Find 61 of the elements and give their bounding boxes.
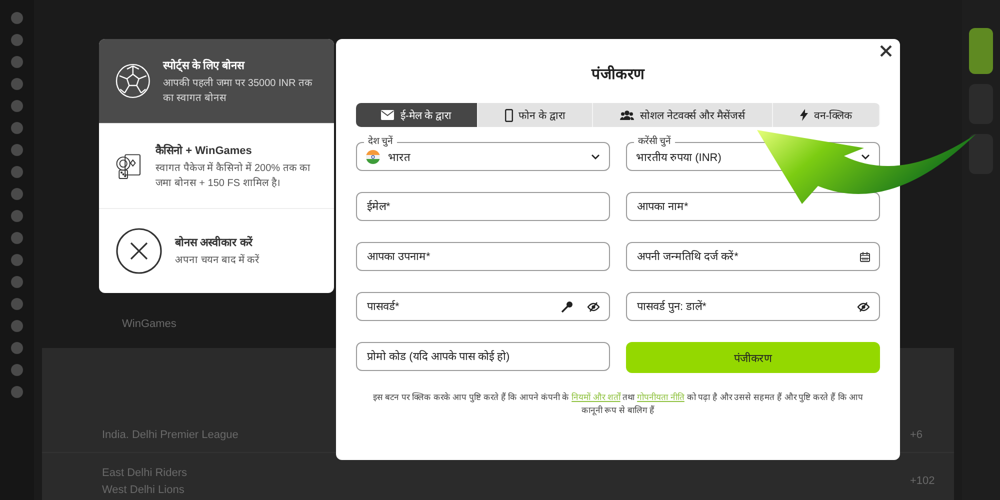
decline-icon — [115, 227, 163, 275]
sport-icon[interactable] — [11, 254, 23, 266]
sport-icon[interactable] — [11, 342, 23, 354]
sport-icon[interactable] — [11, 298, 23, 310]
envelope-icon — [381, 110, 394, 120]
chevron-icon — [591, 154, 600, 160]
bonus-title: कैसिनो + WinGames — [156, 142, 253, 156]
bonus-description: आपकी पहली जमा पर 35000 INR तक का स्वागत बोनस — [162, 76, 314, 106]
sport-icon[interactable] — [11, 166, 23, 178]
close-icon — [880, 45, 892, 57]
bonus-option[interactable]: स्पोर्ट्स के लिए बोनस आपकी पहली जमा पर 35000 INR तक का स्वागत बोनस — [99, 39, 334, 123]
team-name: East Delhi Riders — [102, 466, 188, 478]
select-field[interactable]: करेंसी चुनें भारतीय रुपया (INR) — [626, 136, 880, 171]
tab[interactable]: ई-मेल के द्वारा — [356, 103, 478, 127]
select-field[interactable]: देश चुनें भारत — [356, 136, 610, 171]
input-field[interactable]: ईमेल* — [356, 192, 610, 221]
sport-icon[interactable] — [11, 364, 23, 376]
sport-icon[interactable] — [11, 122, 23, 134]
sport-icon[interactable] — [11, 100, 23, 112]
register-button[interactable]: पंजीकरण — [626, 342, 880, 373]
bonus-option[interactable]: बोनस अस्वीकार करें अपना चयन बाद में करें — [99, 208, 334, 293]
bonus-option[interactable]: कैसिनो + WinGames स्वागत पैकेज में कैसिनो में 200% तक का जमा बोनस + 150 FS शामिल है। — [99, 123, 334, 208]
calendar-icon — [860, 252, 870, 262]
date-field[interactable]: अपनी जन्मतिथि दर्ज करें* — [626, 242, 880, 271]
sport-icon[interactable] — [11, 276, 23, 288]
side-button[interactable] — [969, 28, 993, 74]
people-icon — [620, 110, 634, 120]
consent-text: इस बटन पर क्लिक करके आप पुष्टि करते हैं कि आपने कंपनी के नियमों और शर्तों तथा गोपनीयता नीति को पढ़ा है और उससे सहमत हैं और पुष्टि करते हैं कि आप कानूनी रूप से बालिग हैं — [372, 391, 864, 417]
sport-icon[interactable] — [11, 210, 23, 222]
sport-icon[interactable] — [11, 144, 23, 156]
password-field[interactable]: पासवर्ड पुन: डालें* — [626, 292, 880, 321]
sport-icon[interactable] — [11, 320, 23, 332]
tab[interactable]: वन-क्लिक — [773, 103, 880, 127]
lightning-icon — [800, 109, 808, 121]
sport-icon[interactable] — [11, 232, 23, 244]
bonus-description: स्वागत पैकेज में कैसिनो में 200% तक का जमा बोनस + 150 FS शामिल है। — [156, 161, 312, 190]
password-field[interactable]: पासवर्ड* — [356, 292, 610, 321]
key-icon[interactable] — [561, 300, 573, 312]
phone-icon — [504, 108, 513, 122]
eye-slash-icon[interactable] — [587, 302, 600, 312]
eye-slash-icon[interactable] — [857, 302, 870, 312]
sport-icon[interactable] — [11, 78, 23, 90]
sport-icon[interactable] — [11, 34, 23, 46]
card-title: WinGames — [122, 318, 178, 330]
input-field[interactable]: आपका नाम* — [626, 192, 880, 221]
bonus-title: बोनस अस्वीकार करें — [175, 234, 254, 249]
bonus-description: अपना चयन बाद में करें — [175, 253, 260, 268]
sport-icon[interactable] — [11, 56, 23, 68]
sport-icon[interactable] — [11, 188, 23, 200]
bonus-title: स्पोर्ट्स के लिए बोनस — [162, 58, 246, 72]
team-name: West Delhi Lions — [102, 484, 186, 496]
close-button[interactable] — [878, 43, 894, 59]
tab[interactable]: सोशल नेटवर्क्स और मैसेंजर्स — [593, 103, 773, 127]
sport-icon[interactable] — [11, 12, 23, 24]
league-name: India. Delhi Premier League — [102, 429, 240, 441]
input-field[interactable]: प्रोमो कोड (यदि आपके पास कोई हो) — [356, 342, 610, 371]
tab[interactable]: फोन के द्वारा — [478, 103, 593, 127]
input-field[interactable]: आपका उपनाम* — [356, 242, 610, 271]
modal-title: पंजीकरण — [590, 64, 646, 83]
sport-icon[interactable] — [11, 386, 23, 398]
chevron-icon — [861, 154, 870, 160]
